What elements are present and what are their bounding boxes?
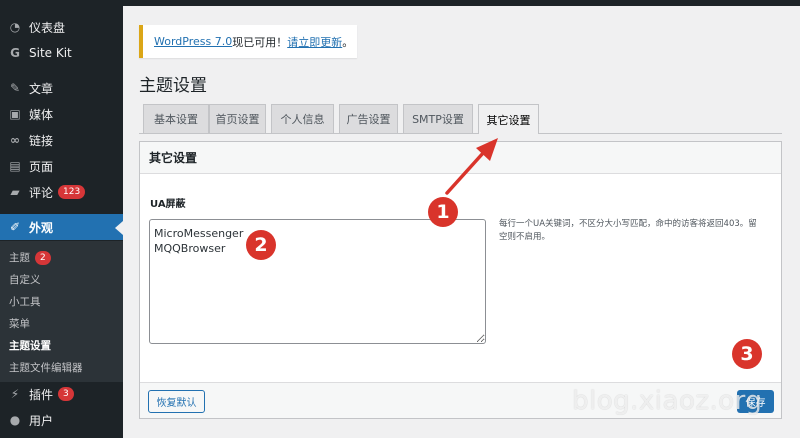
brush-icon: ✐ (9, 220, 21, 234)
page-title: 主题设置 (139, 76, 207, 96)
notice-text: 现已可用！ (232, 35, 288, 49)
sidebar-item-posts[interactable]: ✎ 文章 (0, 75, 123, 101)
pin-icon: ✎ (9, 81, 21, 95)
sidebar-item-comments[interactable]: ▰ 评论 123 (0, 179, 123, 205)
submenu-item-menus[interactable]: 菜单 (9, 316, 30, 331)
sidebar-item-users[interactable]: ● 用户 (0, 407, 123, 433)
annotation-marker-3: 3 (732, 339, 762, 369)
comment-icon: ▰ (10, 185, 20, 199)
comment-count-badge: 123 (58, 185, 86, 199)
page-icon: ▤ (9, 159, 21, 173)
user-icon: ● (9, 413, 21, 427)
submenu-item-label: 菜单 (9, 318, 30, 330)
submenu-item-label: 小工具 (9, 296, 41, 308)
sidebar-item-pages[interactable]: ▤ 页面 (0, 153, 123, 179)
sidebar-item-label: 媒体 (29, 107, 54, 122)
submenu-item-widgets[interactable]: 小工具 (9, 294, 41, 309)
tab-homepage-settings[interactable]: 首页设置 (209, 104, 266, 133)
settings-tabs: 基本设置 首页设置 个人信息 广告设置 SMTP设置 其它设置 (139, 104, 782, 134)
ua-block-label: UA屏蔽 (150, 199, 186, 210)
site-kit-icon: G (10, 46, 20, 60)
update-notice: WordPress 7.0 现已可用！ 请立即更新 。 (139, 25, 357, 58)
submenu-item-customize[interactable]: 自定义 (9, 272, 41, 287)
appearance-submenu: 主题 2 自定义 小工具 菜单 主题设置 主题文件编辑器 (0, 241, 123, 382)
ua-block-textarea[interactable]: MicroMessenger MQQBrowser (149, 219, 486, 344)
sidebar-item-label: 链接 (29, 133, 54, 148)
sidebar-item-dashboard[interactable]: ◔ 仪表盘 (0, 14, 123, 40)
plugin-update-badge: 3 (58, 387, 74, 401)
sidebar-item-label: 仪表盘 (29, 20, 66, 35)
watermark: blog.xiaoz.org (572, 386, 763, 416)
update-now-link[interactable]: 请立即更新 (287, 34, 342, 50)
reset-defaults-button[interactable]: 恢复默认 (148, 390, 205, 413)
wordpress-version-link[interactable]: WordPress 7.0 (154, 35, 232, 48)
theme-update-badge: 2 (35, 250, 51, 265)
submenu-item-label: 主题文件编辑器 (9, 362, 83, 374)
annotation-marker-1: 1 (428, 197, 458, 227)
tab-ad-settings[interactable]: 广告设置 (339, 104, 398, 133)
submenu-item-theme-file-editor[interactable]: 主题文件编辑器 (9, 360, 83, 375)
sidebar-item-label: 文章 (29, 81, 54, 96)
annotation-marker-2: 2 (246, 230, 276, 260)
sidebar-item-links[interactable]: ∞ 链接 (0, 127, 123, 153)
dashboard-icon: ◔ (9, 20, 21, 34)
submenu-item-themes[interactable]: 主题 2 (9, 250, 51, 265)
settings-panel: 其它设置 UA屏蔽 MicroMessenger MQQBrowser 每行一个… (139, 141, 782, 419)
sidebar-item-label: 评论 (29, 185, 54, 200)
tab-smtp-settings[interactable]: SMTP设置 (403, 104, 473, 133)
media-icon: ▣ (9, 107, 21, 121)
submenu-item-theme-settings[interactable]: 主题设置 (9, 338, 51, 353)
notice-suffix: 。 (342, 35, 354, 49)
sidebar-item-appearance[interactable]: ✐ 外观 (0, 214, 123, 240)
link-icon: ∞ (10, 133, 20, 147)
sidebar-item-media[interactable]: ▣ 媒体 (0, 101, 123, 127)
admin-sidebar: ◔ 仪表盘 G Site Kit ✎ 文章 ▣ 媒体 ∞ 链接 ▤ 页面 ▰ 评… (0, 6, 123, 438)
submenu-item-label: 主题 (9, 252, 30, 264)
sidebar-item-site-kit[interactable]: G Site Kit (0, 40, 123, 66)
tab-other-settings[interactable]: 其它设置 (478, 104, 539, 134)
submenu-item-label: 自定义 (9, 274, 41, 286)
panel-heading: 其它设置 (140, 142, 781, 174)
sidebar-item-label: 插件 (29, 387, 54, 402)
plugin-icon: ⚡ (10, 387, 20, 401)
sidebar-item-label: 用户 (29, 413, 54, 428)
sidebar-item-plugins[interactable]: ⚡ 插件 3 (0, 381, 123, 407)
sidebar-item-label: Site Kit (29, 46, 72, 60)
sidebar-item-label: 页面 (29, 159, 54, 174)
tab-personal-info[interactable]: 个人信息 (271, 104, 334, 133)
ua-block-description: 每行一个UA关键词，不区分大小写匹配，命中的访客将返回403。留空则不启用。 (499, 219, 757, 242)
submenu-item-label: 主题设置 (9, 340, 51, 352)
tab-basic-settings[interactable]: 基本设置 (143, 104, 209, 133)
sidebar-item-label: 外观 (29, 220, 54, 235)
